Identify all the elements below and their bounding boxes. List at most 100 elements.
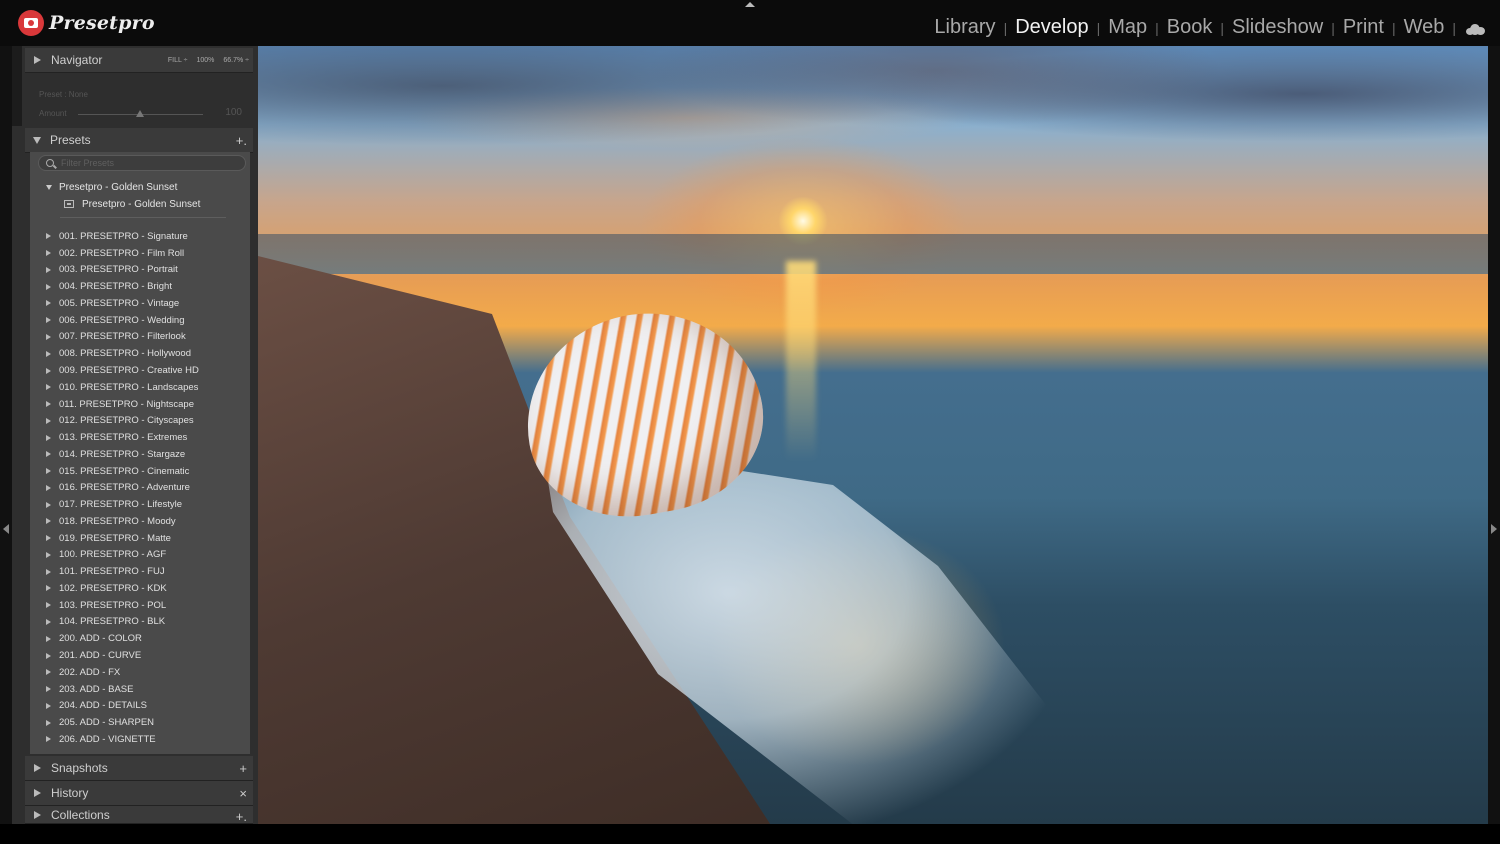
right-edge-strip[interactable] (1488, 46, 1500, 824)
preset-folder[interactable]: 017. PRESETPRO - Lifestyle (30, 496, 250, 513)
photo-horizon (258, 234, 1488, 274)
preset-folder-label: 014. PRESETPRO - Stargaze (59, 448, 186, 460)
panel-scroll-edge (12, 46, 22, 126)
preset-folder[interactable]: 201. ADD - CURVE (30, 647, 250, 664)
module-book[interactable]: Book (1167, 16, 1213, 39)
module-print[interactable]: Print (1343, 16, 1384, 39)
preset-folder[interactable]: 008. PRESETPRO - Hollywood (30, 345, 250, 362)
presets-title: Presets (50, 133, 91, 147)
preset-folder-label: 012. PRESETPRO - Cityscapes (59, 415, 194, 427)
left-edge-strip[interactable] (0, 46, 12, 824)
module-library[interactable]: Library (934, 16, 995, 39)
cloud-icon[interactable] (1466, 23, 1486, 35)
preset-folder-label: 101. PRESETPRO - FUJ (59, 566, 165, 578)
preset-folder[interactable]: 004. PRESETPRO - Bright (30, 278, 250, 295)
brand-name: Presetpro (49, 12, 155, 34)
collections-title: Collections (51, 807, 110, 822)
collections-header[interactable]: Collections +. (25, 806, 253, 824)
module-picker-bar: Presetpro Library | Develop | Map | Book… (0, 0, 1500, 46)
preset-folder[interactable]: 203. ADD - BASE (30, 681, 250, 698)
clear-history-button[interactable]: × (239, 786, 247, 801)
preset-item-golden-sunset[interactable]: Presetpro - Golden Sunset (30, 196, 250, 212)
add-snapshot-button[interactable]: + (239, 761, 247, 776)
preset-folder[interactable]: 202. ADD - FX (30, 664, 250, 681)
preset-folder[interactable]: 003. PRESETPRO - Portrait (30, 262, 250, 279)
preset-group-golden-sunset[interactable]: Presetpro - Golden Sunset (30, 179, 250, 195)
preset-folder[interactable]: 016. PRESETPRO - Adventure (30, 479, 250, 496)
preset-folder[interactable]: 101. PRESETPRO - FUJ (30, 563, 250, 580)
module-web[interactable]: Web (1404, 16, 1445, 39)
disclosure-triangle-icon (46, 535, 51, 542)
module-map[interactable]: Map (1108, 16, 1147, 39)
navigator-header[interactable]: Navigator FILL ÷ 100% 66.7% ÷ (25, 48, 253, 73)
disclosure-triangle-icon (46, 266, 51, 273)
add-preset-button[interactable]: +. (236, 133, 247, 148)
photo-canvas[interactable] (258, 46, 1488, 824)
disclosure-triangle-icon (46, 333, 51, 340)
preset-folder[interactable]: 014. PRESETPRO - Stargaze (30, 446, 250, 463)
navigator-zoom-options: FILL ÷ 100% 66.7% ÷ (159, 57, 249, 64)
preset-folder[interactable]: 205. ADD - SHARPEN (30, 714, 250, 731)
preset-folder-label: 206. ADD - VIGNETTE (59, 733, 156, 745)
disclosure-triangle-icon (46, 468, 51, 475)
module-separator: | (1331, 19, 1335, 36)
photo-sun-reflection (786, 261, 816, 461)
preset-folder[interactable]: 100. PRESETPRO - AGF (30, 547, 250, 564)
preset-folder[interactable]: 018. PRESETPRO - Moody (30, 513, 250, 530)
preset-folder[interactable]: 001. PRESETPRO - Signature (30, 228, 250, 245)
zoom-100-option[interactable]: 100% (196, 57, 214, 64)
preset-amount-box: Preset : None Amount 100 (30, 84, 250, 126)
preset-folder[interactable]: 010. PRESETPRO - Landscapes (30, 379, 250, 396)
preset-folder-label: 015. PRESETPRO - Cinematic (59, 465, 190, 477)
preset-folder[interactable]: 009. PRESETPRO - Creative HD (30, 362, 250, 379)
module-slideshow[interactable]: Slideshow (1232, 16, 1323, 39)
snapshots-header[interactable]: Snapshots + (25, 756, 253, 781)
preset-item-label: Presetpro - Golden Sunset (82, 198, 201, 210)
preset-folder[interactable]: 012. PRESETPRO - Cityscapes (30, 412, 250, 429)
preset-folder[interactable]: 002. PRESETPRO - Film Roll (30, 245, 250, 262)
disclosure-triangle-icon (46, 233, 51, 240)
preset-folder[interactable]: 013. PRESETPRO - Extremes (30, 429, 250, 446)
zoom-fill-option[interactable]: FILL ÷ (168, 57, 188, 64)
module-separator: | (1096, 19, 1101, 36)
module-develop[interactable]: Develop (1015, 16, 1088, 39)
disclosure-triangle-icon (46, 602, 51, 609)
preset-folder[interactable]: 204. ADD - DETAILS (30, 697, 250, 714)
preset-folder[interactable]: 102. PRESETPRO - KDK (30, 580, 250, 597)
top-panel-toggle-arrow[interactable] (745, 2, 755, 7)
filter-presets-input[interactable] (61, 156, 241, 170)
disclosure-triangle-icon (46, 451, 51, 458)
preset-folder-label: 019. PRESETPRO - Matte (59, 532, 171, 544)
preset-folder[interactable]: 206. ADD - VIGNETTE (30, 731, 250, 748)
preset-folder-label: 018. PRESETPRO - Moody (59, 515, 176, 527)
disclosure-triangle-icon (46, 283, 51, 290)
preset-folder[interactable]: 019. PRESETPRO - Matte (30, 530, 250, 547)
left-panel-toggle-arrow[interactable] (3, 524, 9, 534)
preset-folder[interactable]: 007. PRESETPRO - Filterlook (30, 329, 250, 346)
disclosure-triangle-icon (46, 736, 51, 743)
amount-slider-knob[interactable] (136, 110, 144, 117)
disclosure-triangle-icon (34, 56, 41, 64)
preset-folder[interactable]: 104. PRESETPRO - BLK (30, 614, 250, 631)
disclosure-triangle-icon (46, 184, 52, 190)
disclosure-triangle-icon (46, 686, 51, 693)
preset-folder[interactable]: 015. PRESETPRO - Cinematic (30, 463, 250, 480)
preset-folder[interactable]: 005. PRESETPRO - Vintage (30, 295, 250, 312)
preset-folder[interactable]: 200. ADD - COLOR (30, 630, 250, 647)
amount-value[interactable]: 100 (225, 107, 242, 118)
preset-folder-label: 016. PRESETPRO - Adventure (59, 482, 190, 494)
preset-folder-label: 017. PRESETPRO - Lifestyle (59, 499, 183, 511)
preset-folder[interactable]: 011. PRESETPRO - Nightscape (30, 396, 250, 413)
disclosure-triangle-icon (46, 518, 51, 525)
preset-folder-label: 201. ADD - CURVE (59, 650, 142, 662)
preset-folder[interactable]: 103. PRESETPRO - POL (30, 597, 250, 614)
history-header[interactable]: History × (25, 781, 253, 806)
preset-folder-label: 100. PRESETPRO - AGF (59, 549, 167, 561)
preset-folder[interactable]: 006. PRESETPRO - Wedding (30, 312, 250, 329)
right-panel-toggle-arrow[interactable] (1491, 524, 1497, 534)
add-collection-button[interactable]: +. (236, 809, 247, 824)
preset-group-label: Presetpro - Golden Sunset (59, 181, 178, 193)
zoom-custom-option[interactable]: 66.7% ÷ (223, 57, 249, 64)
filter-presets-field[interactable] (38, 155, 246, 171)
presets-header[interactable]: Presets +. (25, 128, 253, 153)
